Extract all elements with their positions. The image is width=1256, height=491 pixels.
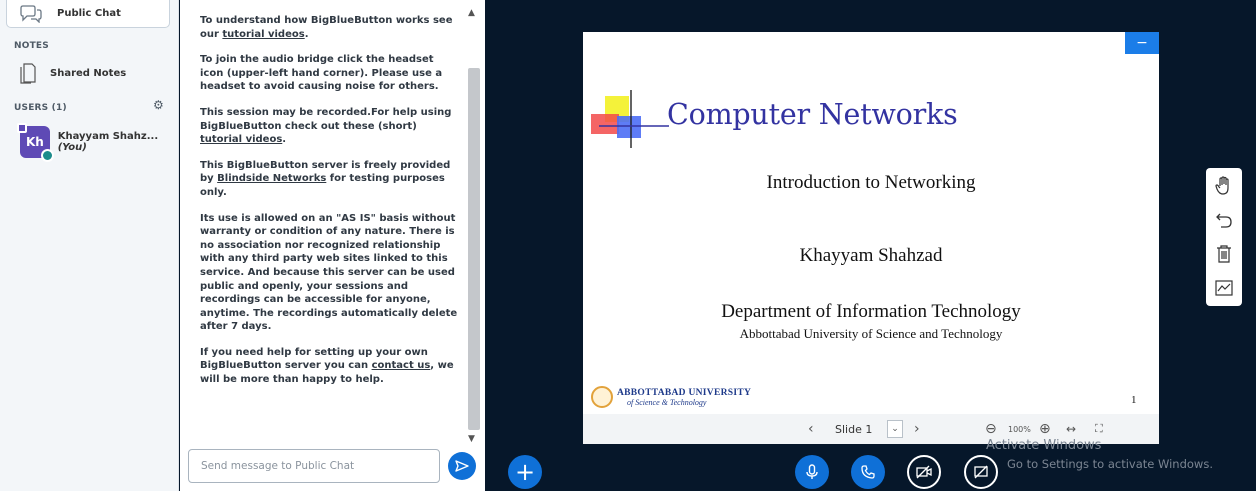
university-logo: ABBOTTABAD UNIVERSITY of Science & Techn… xyxy=(591,386,751,408)
camera-off-icon xyxy=(916,465,932,479)
microphone-button[interactable] xyxy=(795,455,829,489)
presentation-slide: − Computer Networks Introduction to Netw… xyxy=(583,32,1159,414)
slide-department: Department of Information Technology xyxy=(721,301,1021,322)
notes-header: NOTES xyxy=(14,41,49,51)
notes-icon xyxy=(20,63,36,84)
next-slide-button[interactable]: › xyxy=(914,414,920,444)
public-chat-label: Public Chat xyxy=(57,8,121,19)
undo-icon[interactable] xyxy=(1206,204,1242,236)
public-chat-item[interactable]: Public Chat xyxy=(6,0,170,28)
user-you-tag: (You) xyxy=(57,142,87,153)
shared-notes-item[interactable]: Shared Notes xyxy=(20,62,126,84)
slide-subtitle: Introduction to Networking xyxy=(766,172,976,193)
chat-message: To join the audio bridge click the heads… xyxy=(200,54,443,93)
chat-message: This BigBlueButton server is freely prov… xyxy=(200,159,451,198)
minimize-presentation-button[interactable]: − xyxy=(1125,32,1159,54)
gear-icon[interactable]: ⚙ xyxy=(153,98,164,112)
chat-panel: To understand how BigBlueButton works se… xyxy=(180,0,485,491)
slide-decoration xyxy=(591,90,669,148)
audio-status-icon xyxy=(40,149,54,162)
previous-slide-button[interactable]: ‹ xyxy=(808,414,814,444)
scroll-up-icon[interactable]: ▲ xyxy=(468,8,475,18)
tutorial-videos-link[interactable]: tutorial videos xyxy=(222,29,304,40)
whiteboard-tools xyxy=(1206,168,1242,306)
scroll-thumb[interactable] xyxy=(468,68,480,430)
send-icon xyxy=(455,460,469,472)
slide-title: Computer Networks xyxy=(667,98,958,131)
chat-message: If you need help for setting up your own… xyxy=(200,346,454,386)
avatar-initials: Kh xyxy=(25,135,44,149)
windows-watermark-subtitle: Go to Settings to activate Windows. xyxy=(1007,457,1213,471)
slide-university: Abbottabad University of Science and Tec… xyxy=(739,326,1003,341)
chat-messages: To understand how BigBlueButton works se… xyxy=(180,0,465,440)
chat-message: Its use is allowed on an "AS IS" basis w… xyxy=(200,212,458,333)
user-list-panel: Public Chat NOTES Shared Notes USERS (1)… xyxy=(0,0,179,491)
avatar: Kh xyxy=(17,123,54,162)
chat-scrollbar[interactable]: ▲ ▼ xyxy=(466,8,480,444)
seal-icon xyxy=(591,386,613,408)
multi-user-whiteboard-icon[interactable] xyxy=(1206,272,1242,304)
slide-page-number: 1 xyxy=(1131,394,1137,406)
users-header: USERS (1) xyxy=(14,103,67,113)
screen-share-off-icon xyxy=(974,465,988,479)
scroll-down-icon[interactable]: ▼ xyxy=(468,434,475,444)
actions-plus-button[interactable]: + xyxy=(508,455,542,489)
blindside-networks-link[interactable]: Blindside Networks xyxy=(217,173,326,184)
shared-notes-label: Shared Notes xyxy=(50,67,127,79)
screen-share-off-button[interactable] xyxy=(964,455,998,489)
slide-select-label[interactable]: Slide 1 xyxy=(835,414,872,444)
phone-icon xyxy=(861,465,875,479)
main-area: − Computer Networks Introduction to Netw… xyxy=(486,0,1256,491)
user-name: Khayyam Shahz...(You) xyxy=(57,131,159,153)
trash-icon[interactable] xyxy=(1206,238,1242,270)
audio-phone-button[interactable] xyxy=(851,455,885,489)
chat-message-input[interactable]: Send message to Public Chat xyxy=(188,449,440,483)
tutorial-videos-link[interactable]: tutorial videos xyxy=(200,134,282,145)
chat-message: To understand how BigBlueButton works se… xyxy=(200,15,453,40)
user-list-item[interactable]: Kh Khayyam Shahz...(You) xyxy=(17,123,178,162)
chevron-down-icon[interactable]: ⌄ xyxy=(887,420,903,438)
chat-message: This session may be recorded.For help us… xyxy=(200,106,452,146)
webcam-off-button[interactable] xyxy=(907,455,941,489)
microphone-icon xyxy=(806,464,818,479)
hand-tool-icon[interactable] xyxy=(1206,170,1242,202)
chat-icon xyxy=(20,4,42,23)
contact-us-link[interactable]: contact us xyxy=(372,360,431,371)
presenter-badge xyxy=(17,123,27,133)
slide-author: Khayyam Shahzad xyxy=(799,245,943,266)
windows-watermark-title: Activate Windows xyxy=(986,438,1102,453)
send-button[interactable] xyxy=(448,452,476,480)
